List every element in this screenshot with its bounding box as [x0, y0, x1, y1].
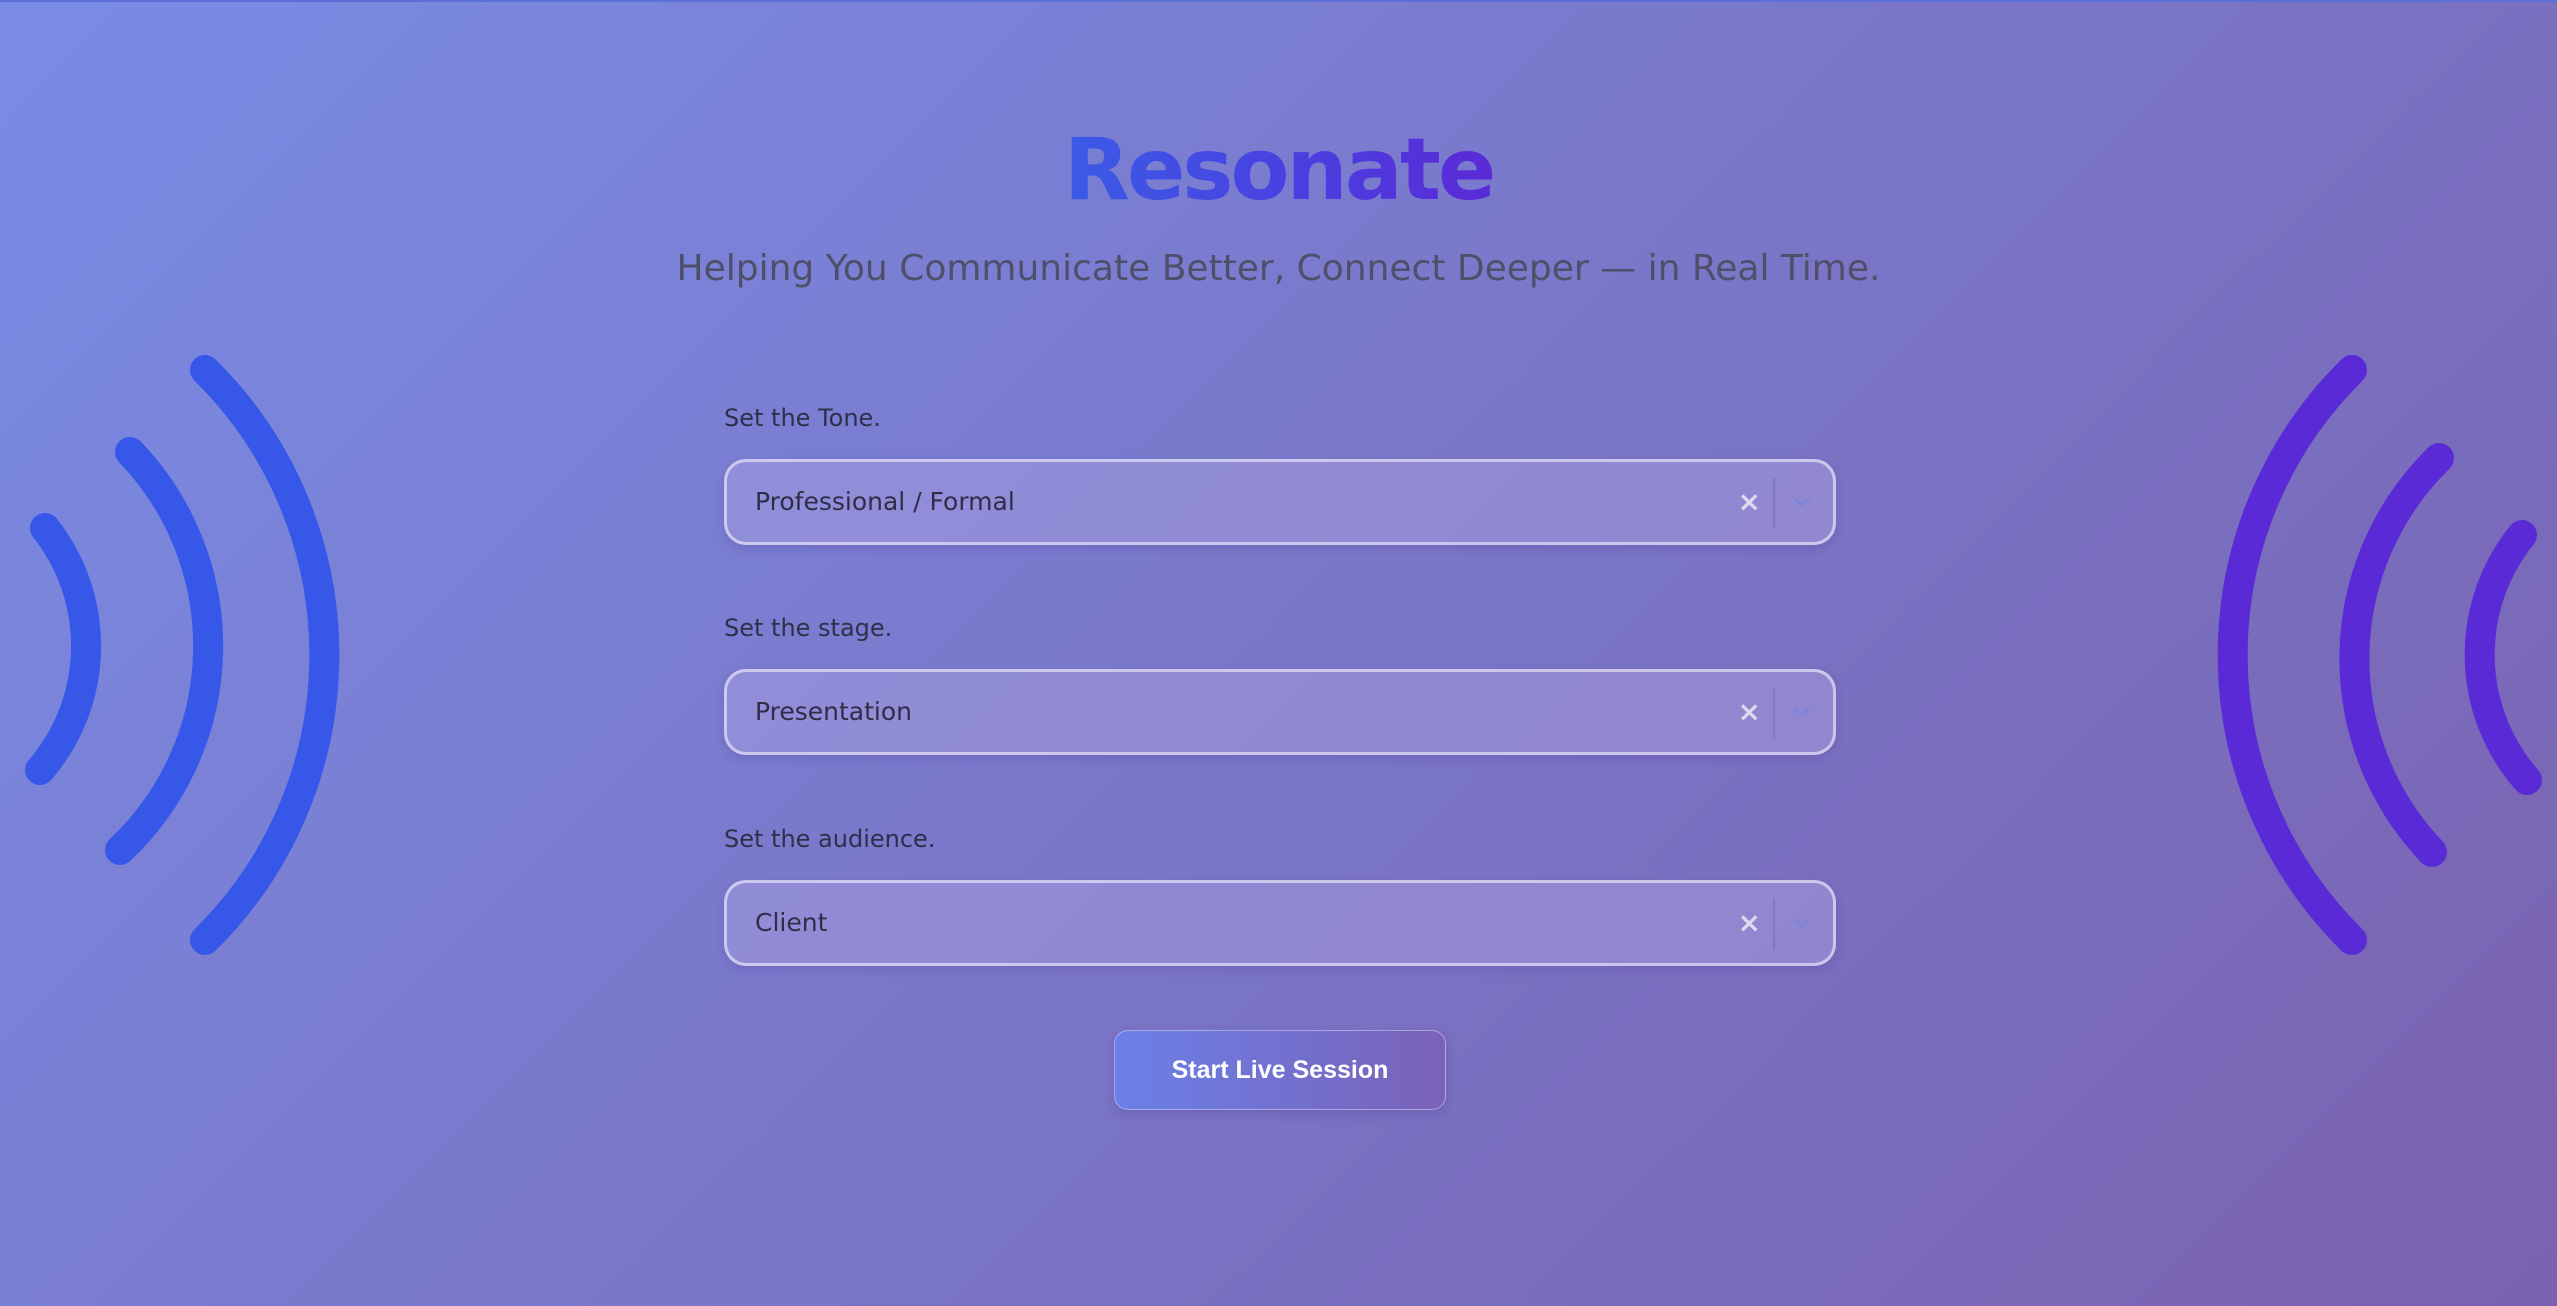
- stage-clear-icon[interactable]: ×: [1738, 672, 1761, 752]
- sound-waves-left-icon: [25, 355, 340, 955]
- tone-separator: [1773, 478, 1775, 528]
- tone-clear-icon[interactable]: ×: [1738, 462, 1761, 542]
- audience-clear-icon[interactable]: ×: [1738, 883, 1761, 963]
- stage-separator: [1773, 688, 1775, 738]
- tone-select[interactable]: Professional / Formal ×: [724, 459, 1836, 545]
- stage-label: Set the stage.: [724, 614, 893, 642]
- stage-select[interactable]: Presentation ×: [724, 669, 1836, 755]
- top-border: [0, 0, 2557, 2]
- tone-label: Set the Tone.: [724, 404, 881, 432]
- audience-select[interactable]: Client ×: [724, 880, 1836, 966]
- sound-waves-right-icon: [2217, 355, 2542, 955]
- app-tagline: Helping You Communicate Better, Connect …: [676, 248, 1881, 289]
- audience-label: Set the audience.: [724, 825, 936, 853]
- tone-chevron-down-icon[interactable]: [1789, 492, 1815, 512]
- app-title: Resonate: [1063, 120, 1497, 220]
- stage-select-value: Presentation: [755, 697, 913, 726]
- tone-select-value: Professional / Formal: [755, 487, 1015, 516]
- stage-chevron-down-icon[interactable]: [1789, 702, 1815, 722]
- start-live-session-button[interactable]: Start Live Session: [1114, 1030, 1446, 1110]
- audience-separator: [1773, 899, 1775, 949]
- audience-select-value: Client: [755, 908, 828, 937]
- audience-chevron-down-icon[interactable]: [1789, 913, 1815, 933]
